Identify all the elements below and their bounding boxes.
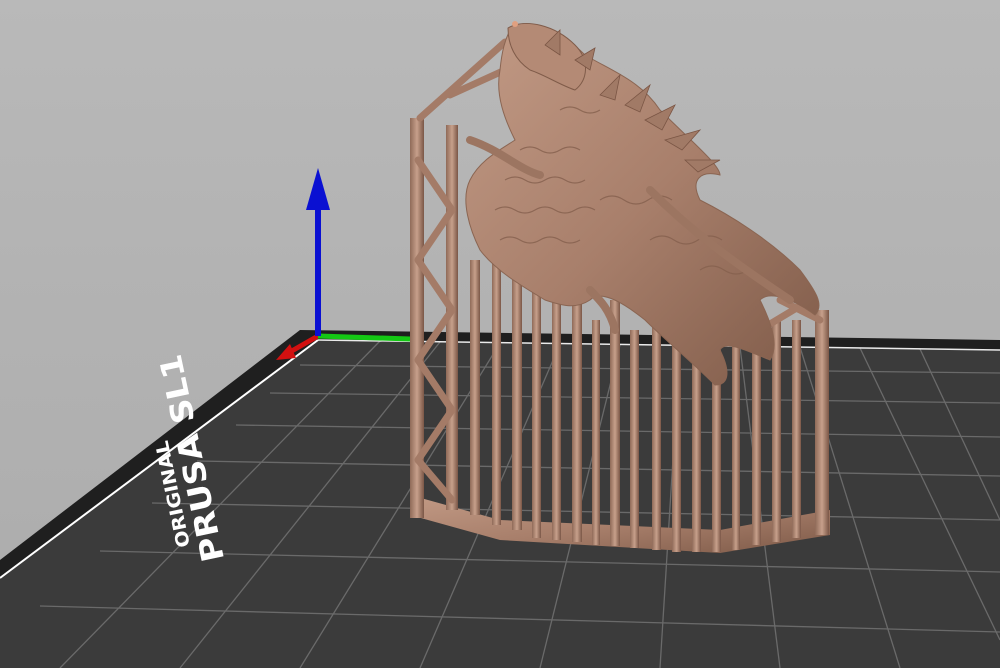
- y-axis: [317, 333, 411, 342]
- 3d-viewport[interactable]: ORIGINAL PRUSA SL1: [0, 0, 1000, 668]
- model-tip: [512, 21, 518, 27]
- z-axis-arrow-icon: [306, 168, 330, 210]
